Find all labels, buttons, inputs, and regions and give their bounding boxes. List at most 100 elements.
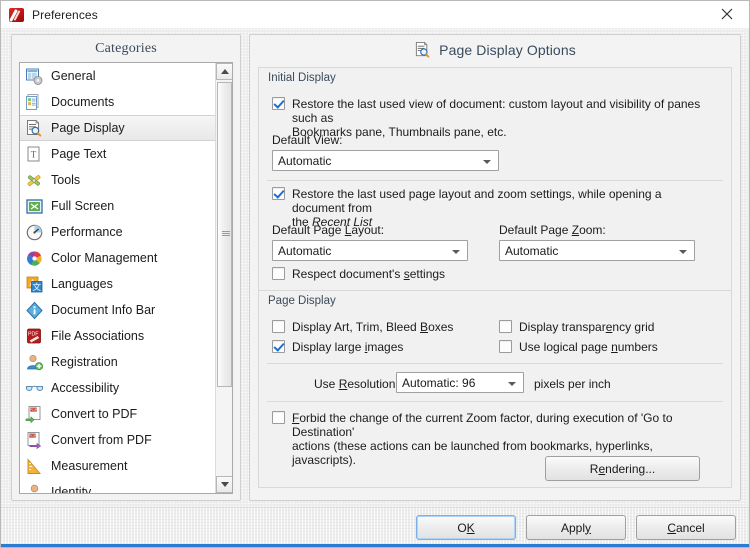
sidebar-item-label: Tools [51, 173, 81, 187]
boxes-pre: Display Art, Trim, Bleed [292, 320, 421, 334]
performance-icon [25, 223, 44, 242]
svg-text:T: T [31, 149, 37, 159]
divider [267, 401, 723, 402]
categories-list[interactable]: General Documents Page Display T Page Te… [19, 62, 233, 494]
restore-view-checkbox[interactable] [272, 97, 285, 110]
sidebar-item-accessibility[interactable]: Accessibility [20, 375, 215, 401]
resolution-units: pixels per inch [534, 377, 611, 391]
forbid-zoom-checkbox[interactable] [272, 411, 285, 424]
apply-key: y [585, 520, 592, 535]
sidebar-item-documents[interactable]: Documents [20, 89, 215, 115]
accent-bar [1, 544, 749, 547]
scroll-down-arrow[interactable] [216, 476, 232, 493]
page-display-icon [414, 41, 432, 59]
chevron-down-icon [452, 250, 460, 254]
sidebar-item-convert-from-pdf[interactable]: PDF Convert from PDF [20, 427, 215, 453]
preferences-dialog: Preferences Categories General Documents… [0, 0, 750, 548]
resolution-value: Automatic: 96 [402, 375, 476, 390]
sidebar-item-performance[interactable]: Performance [20, 219, 215, 245]
respect-post: ettings [409, 267, 446, 281]
page-text-icon: T [25, 145, 44, 164]
scrollbar-thumb[interactable] [217, 82, 232, 387]
resolution-label: Use Resolution: [314, 377, 399, 391]
sidebar-item-page-display[interactable]: Page Display [20, 115, 215, 141]
lpn-post: umbers [617, 340, 658, 354]
apply-pre: Appl [560, 520, 586, 535]
display-large-images-checkbox[interactable] [272, 340, 285, 353]
largeimg-pre: Display large [292, 340, 365, 354]
cancel-key: C [667, 520, 676, 535]
scroll-up-arrow[interactable] [216, 63, 232, 80]
cancel-button[interactable]: Cancel [636, 515, 736, 540]
page-display-legend: Page Display [268, 295, 336, 307]
logical-page-numbers-checkbox-row[interactable]: Use logical page numbers [499, 340, 658, 354]
boxes-key: B [420, 320, 429, 334]
default-page-zoom-select[interactable]: Automatic [499, 240, 695, 261]
page-title-text: Page Display Options [439, 42, 576, 58]
default-view-value: Automatic [278, 153, 332, 168]
sidebar-item-identity[interactable]: Identity [20, 479, 215, 493]
convert-to-pdf-icon: PDF [25, 405, 44, 424]
tgrid-pre: Display transpar [519, 320, 606, 334]
title-bar: Preferences [1, 1, 749, 28]
display-boxes-checkbox[interactable] [272, 320, 285, 333]
default-page-zoom-value: Automatic [505, 243, 559, 258]
respect-pre: Respect document's [292, 267, 404, 281]
default-view-select[interactable]: Automatic [272, 150, 499, 171]
largeimg-post: mages [367, 340, 404, 354]
svg-text:PDF: PDF [29, 434, 36, 438]
sidebar-item-measurement[interactable]: Measurement [20, 453, 215, 479]
scrollbar-grip-icon [222, 231, 230, 237]
transparency-grid-checkbox[interactable] [499, 320, 512, 333]
sidebar-item-full-screen[interactable]: Full Screen [20, 193, 215, 219]
sidebar-item-label: Identity [51, 485, 92, 493]
lpn-pre: Use logical page [519, 340, 612, 354]
sidebar-item-page-text[interactable]: T Page Text [20, 141, 215, 167]
respect-settings-checkbox[interactable] [272, 267, 285, 280]
apply-button[interactable]: Apply [526, 515, 626, 540]
identity-icon [25, 483, 44, 494]
default-view-label: Default View: [272, 133, 343, 147]
logical-page-numbers-checkbox[interactable] [499, 340, 512, 353]
sidebar-item-label: Accessibility [51, 381, 120, 395]
sidebar-item-general[interactable]: General [20, 63, 215, 89]
ok-button[interactable]: OK [416, 515, 516, 540]
sidebar-item-label: Measurement [51, 459, 128, 473]
sidebar-item-label: Documents [51, 95, 115, 109]
sidebar-item-registration[interactable]: Registration [20, 349, 215, 375]
dpz-post: oom: [579, 223, 606, 237]
sidebar-item-file-associations[interactable]: PDF File Associations [20, 323, 215, 349]
rendering-button[interactable]: Rendering... [545, 456, 700, 481]
categories-scrollbar[interactable] [215, 63, 232, 493]
default-page-layout-value: Automatic [278, 243, 332, 258]
sidebar-item-languages[interactable]: A 文 Languages [20, 271, 215, 297]
forbid-line1: orbid the change of the current Zoom fac… [292, 411, 673, 439]
dialog-footer: OK Apply Cancel [1, 507, 749, 547]
boxes-post: oxes [428, 320, 454, 334]
sidebar-item-label: Performance [51, 225, 123, 239]
window-title: Preferences [32, 7, 98, 22]
sidebar-item-document-info-bar[interactable]: Document Info Bar [20, 297, 215, 323]
sidebar-item-color-management[interactable]: Color Management [20, 245, 215, 271]
res-pre: Use [314, 377, 339, 391]
close-icon[interactable] [704, 1, 749, 27]
svg-text:文: 文 [33, 282, 42, 292]
display-large-images-checkbox-row[interactable]: Display large images [272, 340, 403, 354]
default-page-layout-select[interactable]: Automatic [272, 240, 468, 261]
respect-settings-checkbox-row[interactable]: Respect document's settings [272, 267, 445, 281]
restore-layout-label-line1: Restore the last used page layout and zo… [292, 187, 662, 215]
initial-display-group: Initial Display Restore the last used vi… [258, 67, 732, 291]
transparency-grid-checkbox-row[interactable]: Display transparency grid [499, 320, 654, 334]
resolution-select[interactable]: Automatic: 96 [396, 372, 524, 393]
tools-icon [25, 171, 44, 190]
languages-icon: A 文 [25, 275, 44, 294]
display-boxes-checkbox-row[interactable]: Display Art, Trim, Bleed Boxes [272, 320, 453, 334]
sidebar-item-tools[interactable]: Tools [20, 167, 215, 193]
restore-layout-checkbox[interactable] [272, 187, 285, 200]
sidebar-item-convert-to-pdf[interactable]: PDF Convert to PDF [20, 401, 215, 427]
tgrid-post: ncy grid [612, 320, 655, 334]
pdfxchange-icon [9, 7, 25, 23]
sidebar-item-label: Registration [51, 355, 118, 369]
lpn-key: n [611, 340, 618, 354]
categories-scrollport: General Documents Page Display T Page Te… [20, 63, 215, 493]
